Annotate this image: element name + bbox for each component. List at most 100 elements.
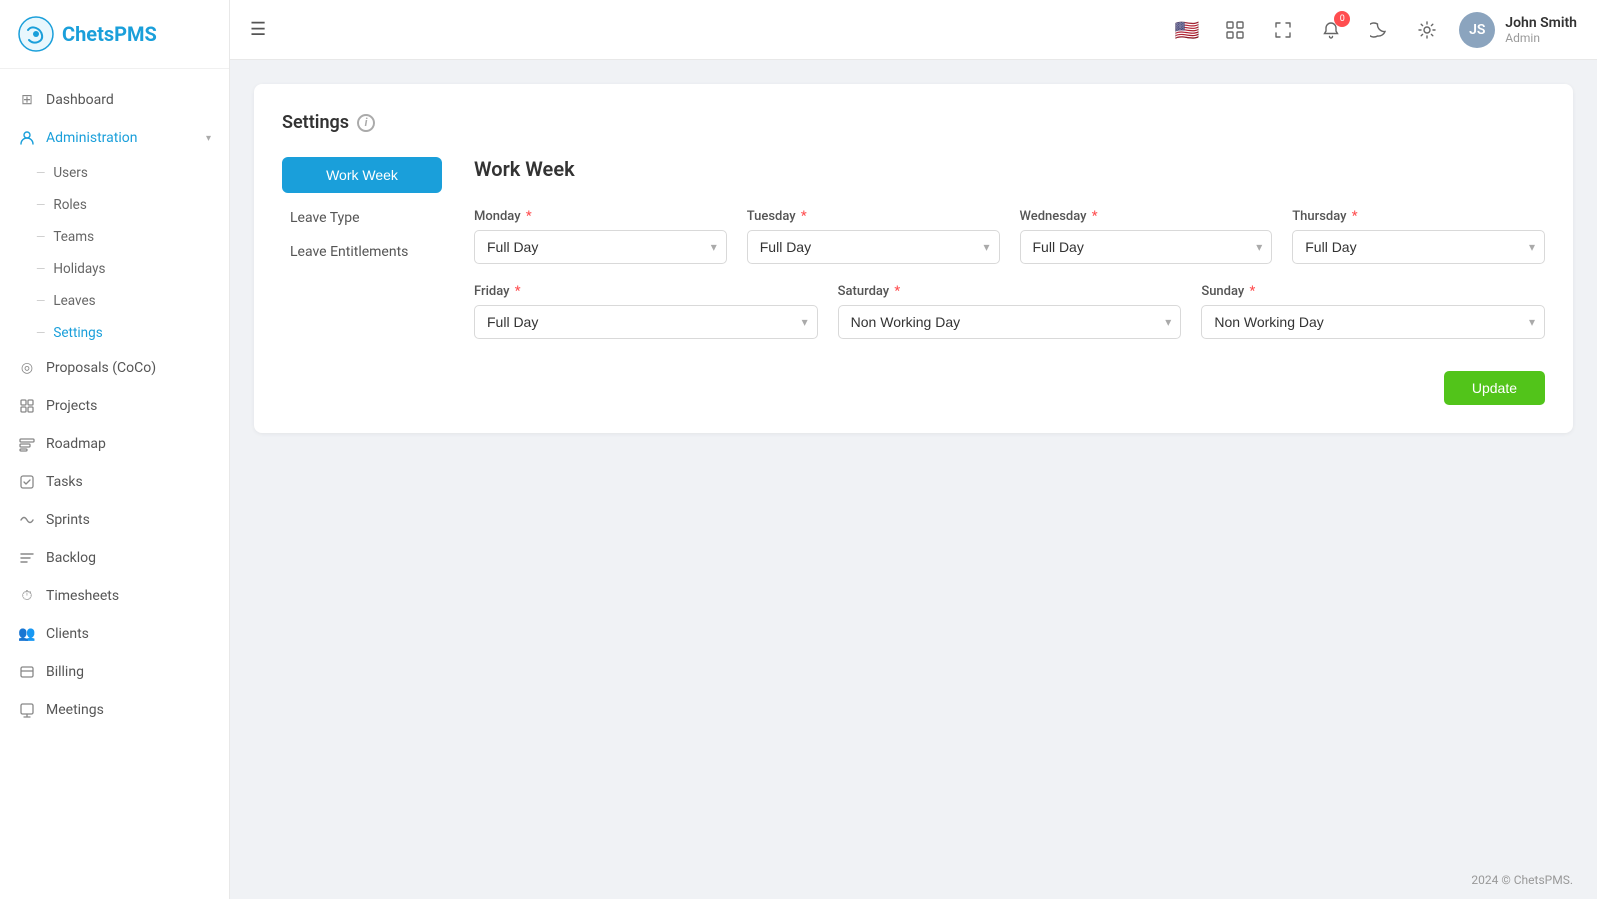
us-flag-icon: 🇺🇸 [1175,18,1200,42]
proposals-icon: ◎ [18,359,36,377]
hamburger-menu-icon[interactable]: ☰ [250,19,266,40]
backlog-label: Backlog [46,550,211,566]
page-title-row: Settings i [282,112,1545,133]
sidebar-item-holidays[interactable]: Holidays [0,253,229,285]
user-role: Admin [1505,31,1577,45]
friday-field: Friday * Full Day Half Day Non Working D… [474,284,818,339]
language-flag-button[interactable]: 🇺🇸 [1171,14,1203,46]
roadmap-label: Roadmap [46,436,211,452]
monday-select[interactable]: Full Day Half Day Non Working Day [474,230,727,264]
logo[interactable]: ChetsPMS [0,0,229,69]
settings-tab-sidebar: Work Week Leave Type Leave Entitlements [282,157,442,405]
sidebar-item-roadmap[interactable]: Roadmap [0,425,229,463]
notification-count: 0 [1334,11,1350,27]
sidebar-item-meetings[interactable]: Meetings [0,691,229,729]
wednesday-label: Wednesday * [1020,209,1273,224]
update-button[interactable]: Update [1444,371,1545,405]
projects-label: Projects [46,398,211,414]
thursday-required: * [1352,209,1358,224]
thursday-select-wrapper: Full Day Half Day Non Working Day [1292,230,1545,264]
notifications-button[interactable]: 0 [1315,14,1347,46]
dark-mode-button[interactable] [1363,14,1395,46]
tuesday-select-wrapper: Full Day Half Day Non Working Day [747,230,1000,264]
sidebar-item-roles[interactable]: Roles [0,189,229,221]
sidebar-item-dashboard[interactable]: ⊞ Dashboard [0,81,229,119]
page-card: Settings i Work Week Leave Type Leave En… [254,84,1573,433]
monday-label: Monday * [474,209,727,224]
header: ☰ 🇺🇸 [230,0,1597,60]
sidebar: ChetsPMS ⊞ Dashboard Administration ▾ Us… [0,0,230,899]
tab-leave-entitlements[interactable]: Leave Entitlements [282,235,442,269]
apps-grid-button[interactable] [1219,14,1251,46]
user-text: John Smith Admin [1505,15,1577,45]
friday-label: Friday * [474,284,818,299]
tuesday-select[interactable]: Full Day Half Day Non Working Day [747,230,1000,264]
sidebar-item-clients[interactable]: 👥 Clients [0,615,229,653]
fullscreen-icon [1274,21,1292,39]
sidebar-item-leaves[interactable]: Leaves [0,285,229,317]
saturday-label: Saturday * [838,284,1182,299]
sidebar-item-tasks[interactable]: Tasks [0,463,229,501]
chevron-down-icon: ▾ [206,133,211,144]
settings-sub-nav: Leave Type Leave Entitlements [282,201,442,269]
timesheets-icon: ⏱ [18,587,36,605]
sidebar-item-sprints[interactable]: Sprints [0,501,229,539]
update-btn-row: Update [474,371,1545,405]
sunday-required: * [1250,284,1256,299]
admin-icon [18,129,36,147]
tuesday-label: Tuesday * [747,209,1000,224]
user-name: John Smith [1505,15,1577,31]
fullscreen-button[interactable] [1267,14,1299,46]
dashboard-icon: ⊞ [18,91,36,109]
content-area: Settings i Work Week Leave Type Leave En… [230,60,1597,861]
sidebar-item-settings[interactable]: Settings [0,317,229,349]
sidebar-item-backlog[interactable]: Backlog [0,539,229,577]
tab-leave-type[interactable]: Leave Type [282,201,442,235]
sidebar-item-administration[interactable]: Administration ▾ [0,119,229,157]
header-actions: 🇺🇸 0 [1171,12,1577,48]
sidebar-item-proposals[interactable]: ◎ Proposals (CoCo) [0,349,229,387]
clients-icon: 👥 [18,625,36,643]
monday-required: * [526,209,532,224]
moon-icon [1370,21,1388,39]
days-grid-bottom: Friday * Full Day Half Day Non Working D… [474,284,1545,339]
page-title: Settings [282,112,349,133]
wednesday-select[interactable]: Full Day Half Day Non Working Day [1020,230,1273,264]
sprints-icon [18,511,36,529]
tasks-label: Tasks [46,474,211,490]
sidebar-item-users[interactable]: Users [0,157,229,189]
timesheets-label: Timesheets [46,588,211,604]
gear-icon [1418,21,1436,39]
sidebar-item-teams[interactable]: Teams [0,221,229,253]
thursday-select[interactable]: Full Day Half Day Non Working Day [1292,230,1545,264]
user-profile[interactable]: JS John Smith Admin [1459,12,1577,48]
billing-label: Billing [46,664,211,680]
monday-select-wrapper: Full Day Half Day Non Working Day [474,230,727,264]
settings-layout: Work Week Leave Type Leave Entitlements … [282,157,1545,405]
sunday-select[interactable]: Full Day Half Day Non Working Day [1201,305,1545,339]
days-grid-top: Monday * Full Day Half Day Non Working D… [474,209,1545,264]
tab-work-week[interactable]: Work Week [282,157,442,193]
settings-gear-button[interactable] [1411,14,1443,46]
saturday-required: * [894,284,900,299]
logo-text: ChetsPMS [62,22,157,46]
meetings-icon [18,701,36,719]
sprints-label: Sprints [46,512,211,528]
footer-text: 2024 © ChetsPMS. [1471,873,1573,887]
sidebar-item-billing[interactable]: Billing [0,653,229,691]
projects-icon [18,397,36,415]
billing-icon [18,663,36,681]
friday-select[interactable]: Full Day Half Day Non Working Day [474,305,818,339]
tuesday-required: * [801,209,807,224]
proposals-label: Proposals (CoCo) [46,360,211,376]
sidebar-item-projects[interactable]: Projects [0,387,229,425]
saturday-select-wrapper: Full Day Half Day Non Working Day [838,305,1182,339]
sidebar-nav: ⊞ Dashboard Administration ▾ Users Roles… [0,69,229,899]
settings-content: Work Week Monday * Full Day Half Day Non… [474,157,1545,405]
friday-required: * [515,284,521,299]
main-wrapper: ☰ 🇺🇸 [230,0,1597,899]
saturday-field: Saturday * Full Day Half Day Non Working… [838,284,1182,339]
wednesday-field: Wednesday * Full Day Half Day Non Workin… [1020,209,1273,264]
saturday-select[interactable]: Full Day Half Day Non Working Day [838,305,1182,339]
sidebar-item-timesheets[interactable]: ⏱ Timesheets [0,577,229,615]
